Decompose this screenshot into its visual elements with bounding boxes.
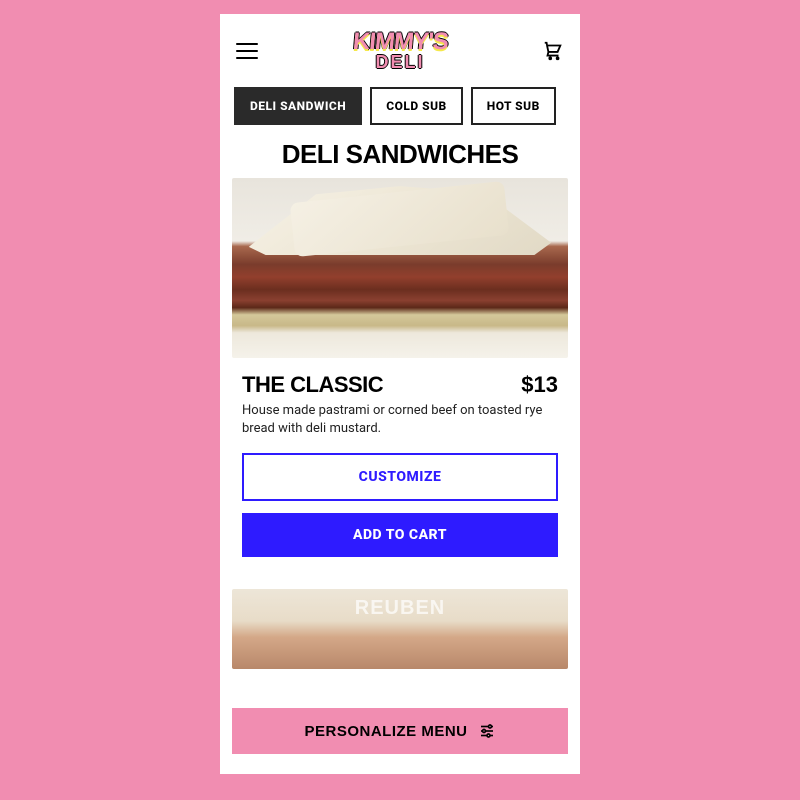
sliders-icon: [478, 722, 496, 740]
product-price: $13: [521, 372, 558, 398]
personalize-label: PERSONALIZE MENU: [304, 723, 467, 740]
product-description: House made pastrami or corned beef on to…: [232, 402, 568, 453]
brand-logo[interactable]: KIMMY'S DELI: [258, 28, 542, 73]
brand-name-top: KIMMY'S: [351, 28, 448, 56]
tab-cold-sub[interactable]: COLD SUB: [370, 87, 463, 125]
cart-icon[interactable]: [542, 40, 564, 62]
section-title: DELI SANDWICHES: [220, 133, 580, 178]
product-card: THE CLASSIC $13 House made pastrami or c…: [220, 178, 580, 589]
header-bar: KIMMY'S DELI: [220, 14, 580, 79]
product-header: THE CLASSIC $13: [232, 358, 568, 402]
menu-icon[interactable]: [236, 43, 258, 59]
next-product-peek[interactable]: REUBEN: [232, 589, 568, 669]
next-product-name: REUBEN: [355, 597, 445, 620]
app-screen: KIMMY'S DELI DELI SANDWICH COLD SUB HOT …: [220, 14, 580, 774]
sandwich-photo: [232, 178, 568, 358]
product-name: THE CLASSIC: [242, 372, 383, 398]
product-image[interactable]: [232, 178, 568, 358]
personalize-menu-button[interactable]: PERSONALIZE MENU: [232, 708, 568, 754]
tab-deli-sandwich[interactable]: DELI SANDWICH: [234, 87, 362, 125]
tab-hot-sub[interactable]: HOT SUB: [471, 87, 556, 125]
add-to-cart-button[interactable]: ADD TO CART: [242, 513, 558, 557]
customize-button[interactable]: CUSTOMIZE: [242, 453, 558, 501]
category-tabs: DELI SANDWICH COLD SUB HOT SUB: [220, 79, 580, 133]
